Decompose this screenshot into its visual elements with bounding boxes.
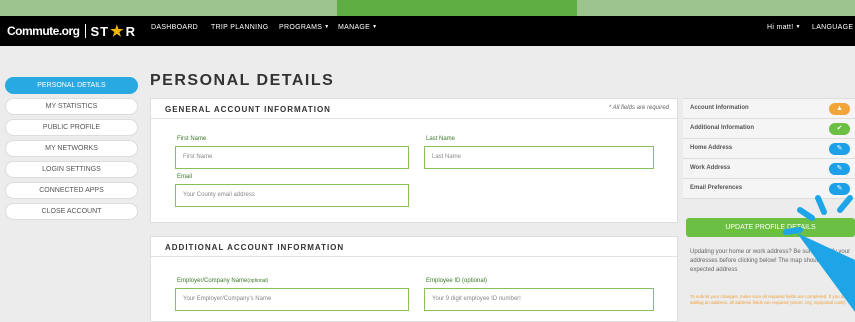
tap-burst-ray xyxy=(837,195,853,213)
chevron-down-icon: ▼ xyxy=(372,24,378,30)
card-header: ADDITIONAL ACCOUNT INFORMATION xyxy=(151,237,677,257)
nav-manage[interactable]: MANAGE ▼ xyxy=(338,24,377,31)
update-profile-button[interactable]: UPDATE PROFILE DETAILS xyxy=(686,218,855,237)
sidebar-item-my-statistics[interactable]: MY STATISTICS xyxy=(5,98,138,115)
account-sidebar: PERSONAL DETAILS MY STATISTICS PUBLIC PR… xyxy=(5,77,138,224)
required-note: * All fields are required xyxy=(608,105,669,111)
general-account-card: GENERAL ACCOUNT INFORMATION * All fields… xyxy=(150,98,678,223)
top-banner-strip xyxy=(0,0,855,16)
chevron-down-icon: ▼ xyxy=(795,24,801,30)
language-menu[interactable]: LANGUAGE▼ xyxy=(812,24,855,31)
employee-id-label: Employee ID (optional) xyxy=(426,278,488,284)
tap-burst-ray xyxy=(815,195,827,215)
banner-accent xyxy=(337,0,577,16)
user-menu[interactable]: Hi matt! ▼ xyxy=(767,24,801,31)
edit-icon: ✎ xyxy=(829,183,850,195)
check-icon: ✔ xyxy=(829,123,850,135)
sidebar-item-close-account[interactable]: CLOSE ACCOUNT xyxy=(5,203,138,220)
summary-row-home-address[interactable]: Home Address ✎ xyxy=(683,139,855,159)
logo-divider xyxy=(84,24,86,38)
card-header: GENERAL ACCOUNT INFORMATION * All fields… xyxy=(151,99,677,119)
summary-row-additional[interactable]: Additional Information ✔ xyxy=(683,119,855,139)
email-field[interactable]: Your County email address xyxy=(175,184,409,207)
employee-id-input[interactable]: Your 9 digit employee ID number! xyxy=(424,288,654,311)
edit-icon: ✎ xyxy=(829,163,850,175)
employer-label: Employer/Company Name(optional) xyxy=(177,278,269,284)
employer-input[interactable]: Your Employer/Company's Name xyxy=(175,288,409,311)
card-title: ADDITIONAL ACCOUNT INFORMATION xyxy=(165,243,345,252)
sidebar-item-login-settings[interactable]: LOGIN SETTINGS xyxy=(5,161,138,178)
first-name-input[interactable]: First Name xyxy=(175,146,409,169)
nav-dashboard[interactable]: DASHBOARD xyxy=(151,24,198,31)
tap-burst-ray xyxy=(797,207,815,221)
sidebar-item-personal-details[interactable]: PERSONAL DETAILS xyxy=(5,77,138,94)
commute-star-logo[interactable]: Commute.org ST ★ R xyxy=(7,22,136,40)
required-fields-warning: To submit your changes, make sure all re… xyxy=(690,294,848,305)
additional-account-card: ADDITIONAL ACCOUNT INFORMATION Employer/… xyxy=(150,236,678,322)
top-navbar: Commute.org ST ★ R DASHBOARD TRIP PLANNI… xyxy=(0,16,855,46)
chevron-down-icon: ▼ xyxy=(324,24,330,30)
nav-trip-planning[interactable]: TRIP PLANNING xyxy=(211,24,268,31)
card-title: GENERAL ACCOUNT INFORMATION xyxy=(165,105,331,114)
star-icon: ★ xyxy=(110,23,125,40)
last-name-label: Last Name xyxy=(426,136,456,142)
sidebar-item-my-networks[interactable]: MY NETWORKS xyxy=(5,140,138,157)
summary-row-work-address[interactable]: Work Address ✎ xyxy=(683,159,855,179)
address-help-text: Updating your home or work address? Be s… xyxy=(690,249,853,273)
logo-star-text: ST ★ R xyxy=(90,23,136,40)
sidebar-item-public-profile[interactable]: PUBLIC PROFILE xyxy=(5,119,138,136)
last-name-input[interactable]: Last Name xyxy=(424,146,654,169)
sidebar-item-connected-apps[interactable]: CONNECTED APPS xyxy=(5,182,138,199)
nav-programs[interactable]: PROGRAMS ▼ xyxy=(279,24,330,31)
summary-row-account[interactable]: Account Information ▲ xyxy=(683,99,855,119)
profile-completion-summary: Account Information ▲ Additional Informa… xyxy=(683,98,855,199)
summary-row-email-preferences[interactable]: Email Preferences ✎ xyxy=(683,179,855,199)
edit-icon: ✎ xyxy=(829,143,850,155)
logo-commute-text: Commute.org xyxy=(7,24,80,38)
page-title: PERSONAL DETAILS xyxy=(150,72,335,89)
warning-icon: ▲ xyxy=(829,103,850,115)
first-name-label: First Name xyxy=(177,136,207,142)
email-label: Email xyxy=(177,174,193,180)
